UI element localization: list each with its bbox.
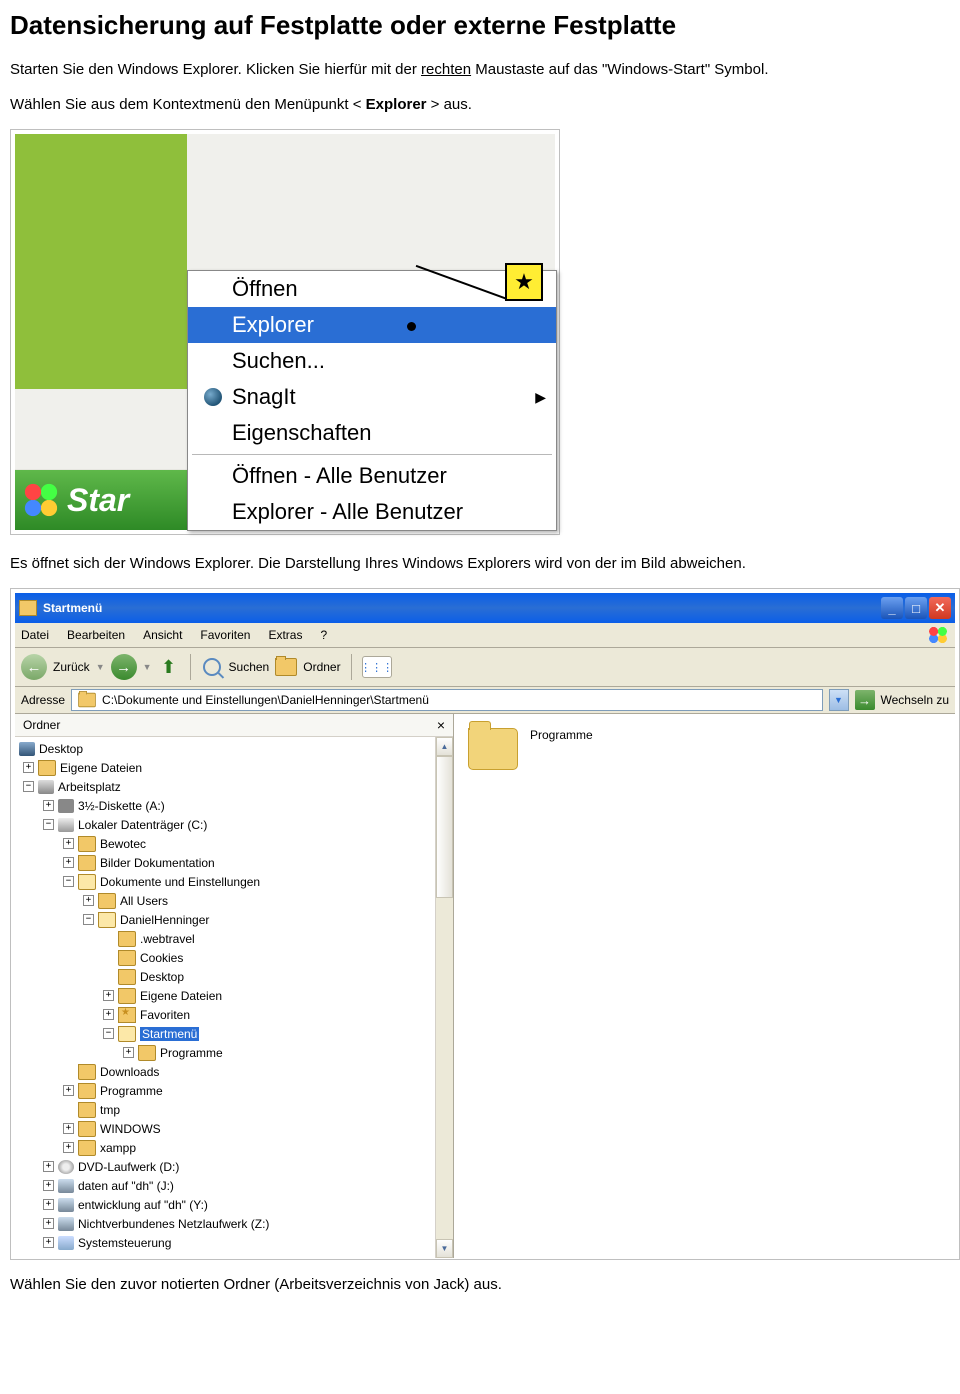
folder-icon — [19, 600, 37, 616]
windows-flag-icon — [927, 626, 949, 644]
go-button[interactable]: → — [855, 690, 875, 710]
menu-bearbeiten[interactable]: Bearbeiten — [67, 628, 125, 642]
content-pane[interactable]: Programme — [454, 714, 955, 1258]
menu-bar: Datei Bearbeiten Ansicht Favoriten Extra… — [15, 623, 955, 648]
maximize-button[interactable]: □ — [905, 597, 927, 619]
menu-extras[interactable]: Extras — [268, 628, 302, 642]
network-drive-icon — [58, 1179, 74, 1193]
folder-icon — [138, 1045, 156, 1061]
folder-tree-pane: Ordner × Desktop +Eigene Dateien −Arbeit… — [15, 714, 454, 1258]
forward-button[interactable]: → — [111, 654, 137, 680]
folder-icon — [118, 969, 136, 985]
menu-item-snagit[interactable]: SnagIt ▶ — [188, 379, 556, 415]
hdd-icon — [58, 818, 74, 832]
folders-label[interactable]: Ordner — [303, 660, 340, 674]
back-label: Zurück — [53, 660, 90, 674]
folder-icon — [78, 836, 96, 852]
folder-open-icon — [98, 912, 116, 928]
folder-tree[interactable]: Desktop +Eigene Dateien −Arbeitsplatz +3… — [15, 737, 435, 1258]
snagit-icon — [204, 388, 222, 406]
window-titlebar: Startmenü _ □ ✕ — [15, 593, 955, 623]
folder-open-icon — [78, 874, 96, 890]
scroll-down-icon[interactable]: ▼ — [436, 1239, 453, 1258]
up-folder-icon[interactable]: ⬆ — [158, 656, 180, 678]
toolbar: ← Zurück ▼ → ▼ ⬆ Suchen Ordner ⋮⋮⋮ — [15, 648, 955, 687]
figure-2: Startmenü _ □ ✕ Datei Bearbeiten Ansicht… — [10, 588, 960, 1260]
address-input[interactable]: C:\Dokumente und Einstellungen\DanielHen… — [71, 689, 822, 711]
scroll-thumb[interactable] — [436, 756, 453, 898]
address-label: Adresse — [21, 693, 65, 707]
paragraph-4: Wählen Sie den zuvor notierten Ordner (A… — [10, 1274, 950, 1295]
menu-favoriten[interactable]: Favoriten — [200, 628, 250, 642]
close-button[interactable]: ✕ — [929, 597, 951, 619]
figure-1: Bereit Star Öffnen Explorer Suchen... Sn… — [10, 129, 560, 535]
menu-item-open-all-users[interactable]: Öffnen - Alle Benutzer — [188, 458, 556, 494]
search-label[interactable]: Suchen — [229, 660, 270, 674]
favorites-icon — [118, 1007, 136, 1023]
folder-icon — [78, 855, 96, 871]
folder-icon — [98, 893, 116, 909]
folder-icon — [78, 1140, 96, 1156]
folder-open-icon — [118, 1026, 136, 1042]
window-title: Startmenü — [43, 601, 881, 615]
folder-icon — [38, 760, 56, 776]
control-panel-icon — [58, 1236, 74, 1250]
views-button[interactable]: ⋮⋮⋮ — [362, 656, 392, 678]
folder-icon — [78, 1121, 96, 1137]
annotation-dot — [407, 322, 416, 331]
folder-icon — [78, 1083, 96, 1099]
folders-icon[interactable] — [275, 656, 297, 678]
tree-scrollbar[interactable]: ▲ ▼ — [435, 737, 453, 1258]
paragraph-1: Starten Sie den Windows Explorer. Klicke… — [10, 59, 950, 80]
menu-help[interactable]: ? — [320, 628, 327, 642]
folder-icon — [78, 1064, 96, 1080]
scroll-up-icon[interactable]: ▲ — [436, 737, 453, 756]
menu-item-properties[interactable]: Eigenschaften — [188, 415, 556, 451]
context-menu: Öffnen Explorer Suchen... SnagIt ▶ Eigen… — [187, 270, 557, 531]
annotation-star-icon: ★ — [505, 263, 543, 301]
windows-flag-icon — [21, 480, 61, 520]
paragraph-3: Es öffnet sich der Windows Explorer. Die… — [10, 553, 950, 574]
computer-icon — [38, 780, 54, 794]
go-label: Wechseln zu — [881, 693, 949, 707]
desktop-icon — [19, 742, 35, 756]
network-drive-icon — [58, 1198, 74, 1212]
folder-icon — [78, 693, 96, 707]
menu-separator — [192, 454, 552, 455]
address-dropdown-button[interactable]: ▼ — [829, 689, 849, 711]
start-button[interactable]: Star — [15, 470, 187, 530]
address-bar: Adresse C:\Dokumente und Einstellungen\D… — [15, 687, 955, 714]
back-button[interactable]: ← — [21, 654, 47, 680]
folder-icon — [118, 988, 136, 1004]
search-icon[interactable] — [201, 656, 223, 678]
tree-selected: Startmenü — [140, 1027, 199, 1041]
menu-item-explorer[interactable]: Explorer — [188, 307, 556, 343]
start-menu-panel — [15, 134, 187, 389]
menu-item-search[interactable]: Suchen... — [188, 343, 556, 379]
folder-icon — [118, 950, 136, 966]
dvd-icon — [58, 1160, 74, 1174]
submenu-arrow-icon: ▶ — [535, 389, 546, 406]
folder-icon — [78, 1102, 96, 1118]
content-item-label[interactable]: Programme — [530, 728, 593, 742]
paragraph-2: Wählen Sie aus dem Kontextmenü den Menüp… — [10, 94, 950, 115]
heading: Datensicherung auf Festplatte oder exter… — [10, 10, 950, 41]
floppy-icon — [58, 799, 74, 813]
tree-header-label: Ordner — [23, 718, 60, 732]
menu-ansicht[interactable]: Ansicht — [143, 628, 182, 642]
folder-icon[interactable] — [468, 728, 518, 770]
menu-item-explorer-all-users[interactable]: Explorer - Alle Benutzer — [188, 494, 556, 530]
minimize-button[interactable]: _ — [881, 597, 903, 619]
menu-datei[interactable]: Datei — [21, 628, 49, 642]
network-drive-icon — [58, 1217, 74, 1231]
folder-icon — [118, 931, 136, 947]
close-tree-icon[interactable]: × — [437, 717, 445, 733]
menu-item-open[interactable]: Öffnen — [188, 271, 556, 307]
